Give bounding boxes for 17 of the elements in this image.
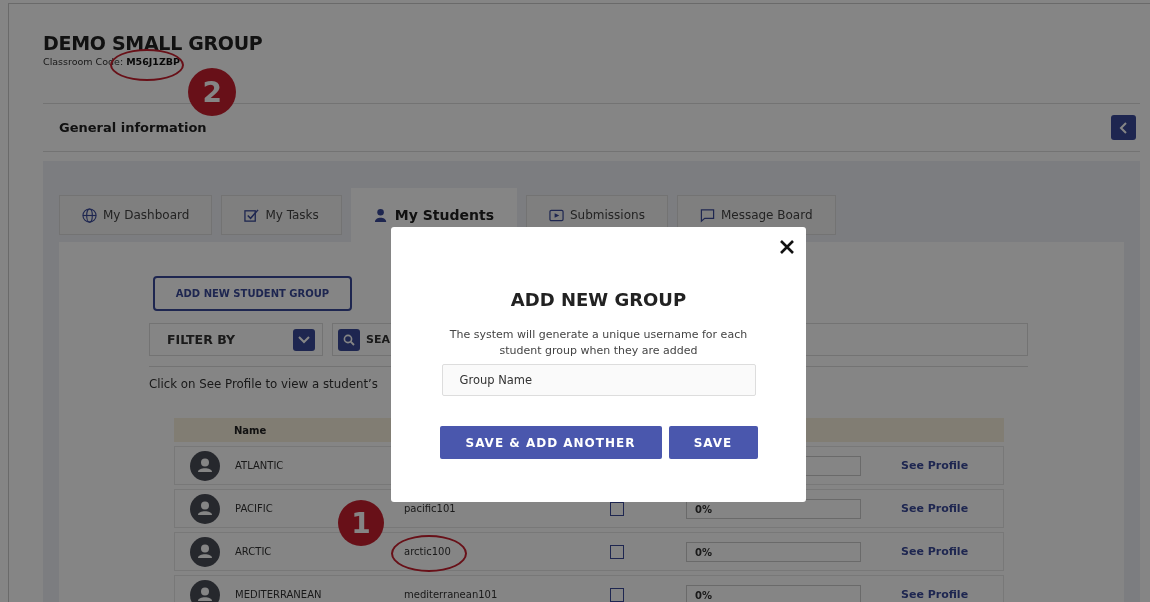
classroom-code: M56J1ZBP: [126, 56, 181, 67]
table-cell: pacific101: [404, 503, 456, 514]
dialog-title: ADD NEW GROUP: [510, 289, 687, 310]
table-cell: arctic100: [404, 546, 451, 557]
page-title: DEMO SMALL GROUP: [43, 32, 264, 54]
table-cell: mediterranean101: [404, 589, 498, 600]
progress-field: 0%: [686, 584, 861, 602]
column-header: Name: [234, 424, 267, 436]
dialog-text: The system will generate a unique username for each student group when they are added: [448, 327, 749, 359]
annotation-badge: 2: [188, 68, 237, 116]
progress-field: 0%: [686, 541, 861, 562]
table-cell: ARCTIC: [235, 546, 272, 557]
table-cell: ATLANTIC: [235, 460, 284, 471]
table-cell: PACIFIC: [235, 503, 273, 514]
annotation-badge: 1: [338, 500, 384, 546]
section-title: General information: [59, 120, 207, 135]
table-cell: MEDITERRANEAN: [235, 589, 322, 600]
